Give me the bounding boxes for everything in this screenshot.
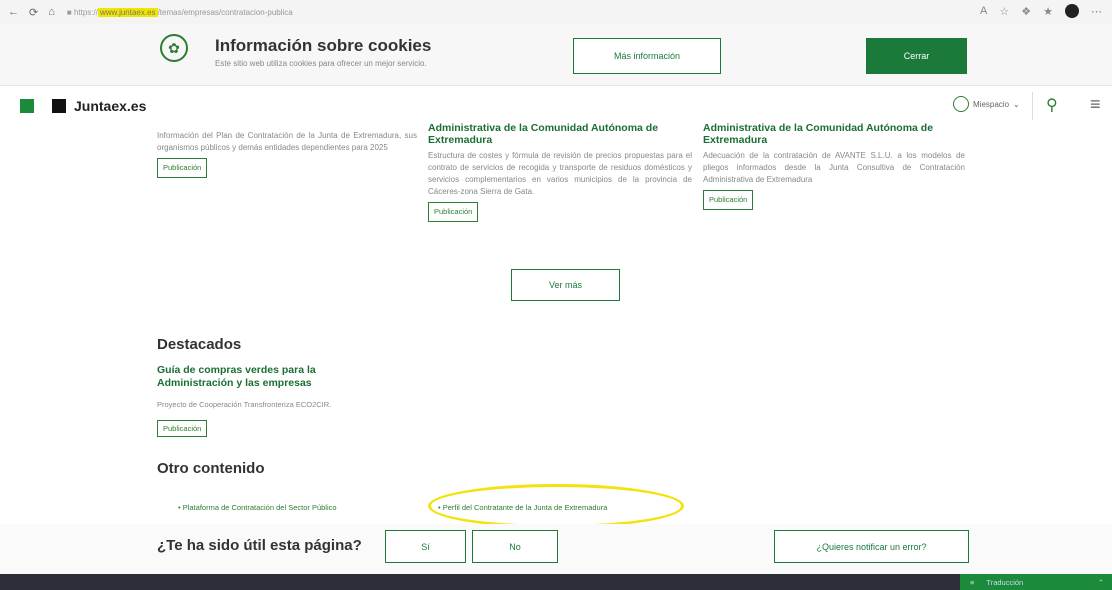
- translate-menu-icon: ≡: [970, 577, 975, 587]
- publication-button[interactable]: Publicación: [157, 420, 208, 437]
- chevron-down-icon: ⌄: [1013, 99, 1020, 109]
- miespacio-menu[interactable]: Miespacio ⌄: [953, 96, 1020, 112]
- favorites-icon[interactable]: ★: [1043, 5, 1053, 18]
- card-title[interactable]: Administrativa de la Comunidad Autónoma …: [428, 122, 692, 146]
- favorite-star-icon[interactable]: ☆: [999, 5, 1009, 18]
- url-path: /temas/empresas/contratacion-publica: [157, 7, 293, 17]
- miespacio-label: Miespacio: [973, 99, 1010, 109]
- hamburger-menu-icon[interactable]: ≡: [1090, 94, 1101, 115]
- card-text: Adecuación de la contratación de AVANTE …: [703, 151, 965, 184]
- logo-black-square: [52, 99, 66, 113]
- cookie-banner: ✿ Información sobre cookies Este sitio w…: [0, 24, 1112, 86]
- site-logo[interactable]: Juntaex.es: [20, 98, 146, 114]
- url-prefix: https://: [73, 7, 98, 17]
- cookie-title: Información sobre cookies: [215, 36, 432, 55]
- yes-button[interactable]: Sí: [385, 530, 466, 563]
- link-plataforma[interactable]: • Plataforma de Contratación del Sector …: [178, 503, 337, 512]
- destacados-text: Proyecto de Cooperación Transfronteriza …: [157, 400, 332, 409]
- logo-green-square: [20, 99, 34, 113]
- home-icon[interactable]: ⌂: [48, 6, 55, 18]
- card-text: Estructura de costes y fórmula de revisi…: [428, 151, 692, 196]
- logo-text: Juntaex.es: [74, 98, 147, 114]
- publication-button[interactable]: Publicación: [428, 202, 479, 222]
- feedback-question: ¿Te ha sido útil esta página?: [157, 537, 362, 554]
- feedback-bar: ¿Te ha sido útil esta página? Sí No ¿Qui…: [0, 524, 1112, 574]
- translate-widget[interactable]: ≡ Traducción ⌃: [960, 574, 1112, 590]
- extensions-icon[interactable]: ❖: [1021, 5, 1031, 18]
- publication-button[interactable]: Publicación: [157, 158, 208, 178]
- lock-icon: ■: [66, 7, 72, 17]
- no-button[interactable]: No: [472, 530, 558, 563]
- destacados-pub: Publicación: [157, 416, 208, 437]
- more-icon[interactable]: ⋯: [1091, 5, 1102, 18]
- cookie-text: Este sitio web utiliza cookies para ofre…: [215, 59, 427, 68]
- translate-label: Traducción: [986, 577, 1024, 587]
- footer-bar: [0, 574, 1112, 590]
- reload-icon[interactable]: ⟳: [29, 6, 38, 19]
- user-icon: [953, 96, 969, 112]
- highlight-circle: [428, 484, 684, 528]
- read-aloud-icon[interactable]: A: [980, 5, 987, 17]
- card-title[interactable]: Administrativa de la Comunidad Autónoma …: [703, 122, 965, 146]
- card-avante: Administrativa de la Comunidad Autónoma …: [703, 122, 965, 210]
- more-info-button[interactable]: Más información: [573, 38, 721, 74]
- link-plataforma-label: Plataforma de Contratación del Sector Pú…: [182, 503, 337, 512]
- card-plan: Información del Plan de Contratación de …: [157, 130, 417, 178]
- browser-nav: ← ⟳ ⌂: [8, 6, 55, 19]
- browser-toolbar: ← ⟳ ⌂ ■ https://www.juntaex.es/temas/emp…: [0, 0, 1112, 24]
- search-icon[interactable]: ⚲: [1046, 95, 1058, 115]
- back-icon[interactable]: ←: [8, 6, 19, 18]
- destacados-heading: Destacados: [157, 336, 242, 353]
- site-header: Juntaex.es Miespacio ⌄ ⚲ ≡: [0, 86, 1112, 126]
- cookie-icon: ✿: [160, 34, 188, 62]
- chevron-up-icon: ⌃: [1097, 577, 1104, 587]
- url-domain: www.juntaex.es: [97, 7, 158, 17]
- destacados-link[interactable]: Guía de compras verdes para la Administr…: [157, 364, 377, 390]
- ver-mas-button[interactable]: Ver más: [511, 269, 620, 301]
- profile-avatar[interactable]: [1065, 4, 1079, 18]
- publication-button[interactable]: Publicación: [703, 190, 754, 210]
- browser-actions: A ☆ ❖ ★ ⋯: [980, 4, 1102, 18]
- header-divider: [1032, 92, 1033, 120]
- address-bar[interactable]: ■ https://www.juntaex.es/temas/empresas/…: [66, 7, 293, 17]
- card-costes: Administrativa de la Comunidad Autónoma …: [428, 122, 692, 222]
- otro-contenido-heading: Otro contenido: [157, 460, 265, 477]
- card-text: Información del Plan de Contratación de …: [157, 131, 417, 152]
- report-error-button[interactable]: ¿Quieres notificar un error?: [774, 530, 969, 563]
- close-cookie-button[interactable]: Cerrar: [866, 38, 967, 74]
